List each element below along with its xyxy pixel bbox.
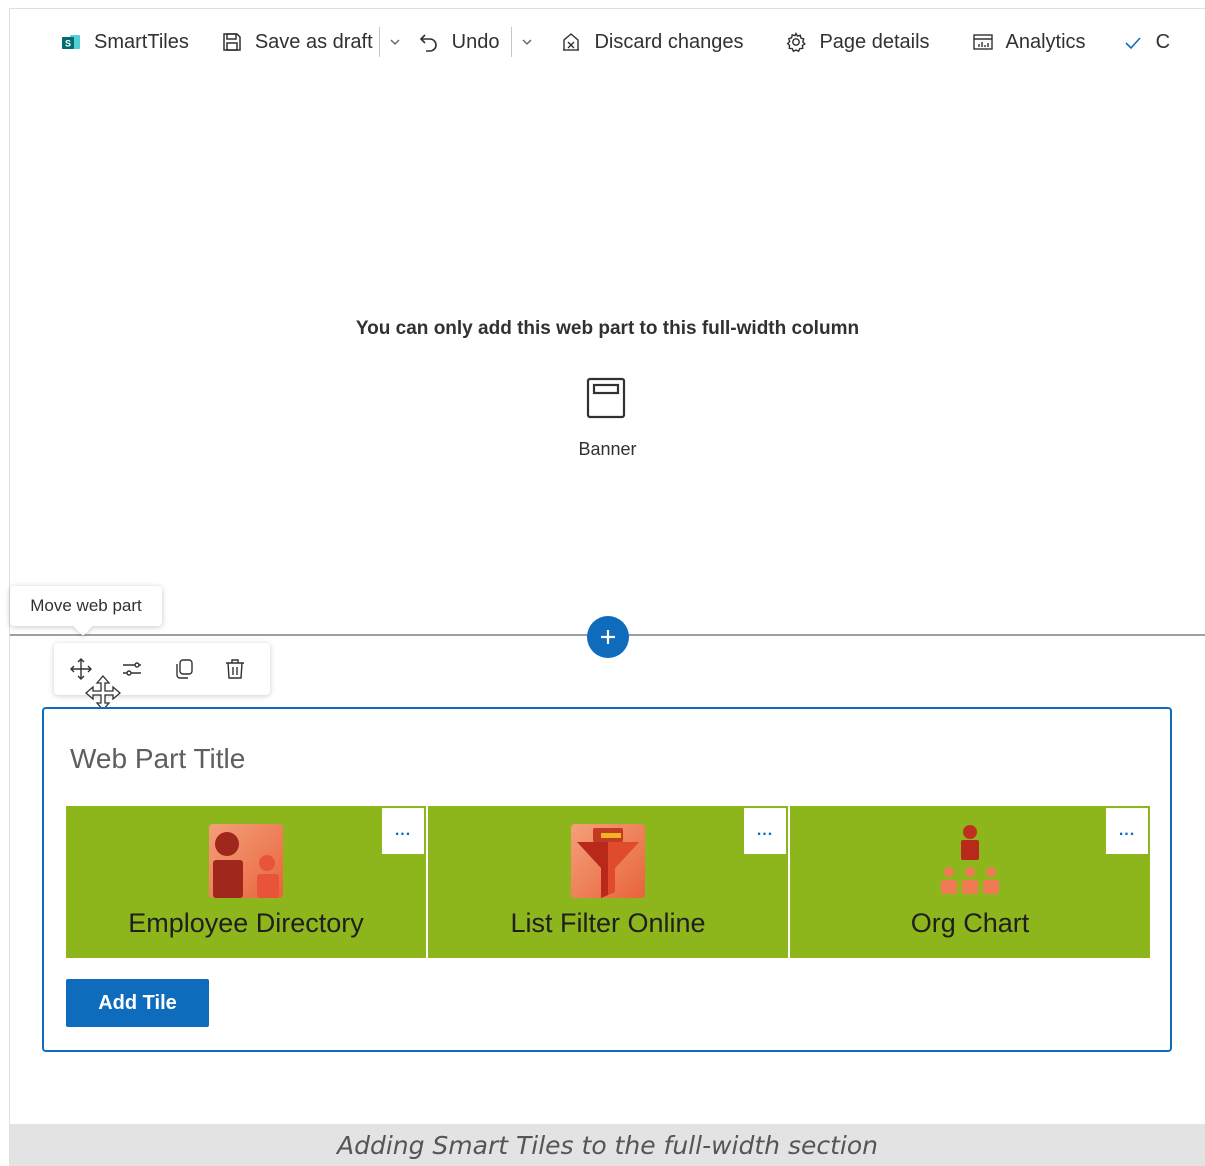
banner-icon[interactable] [586,377,626,419]
smarttiles-button[interactable]: S SmartTiles [58,22,189,62]
save-icon [219,29,245,55]
undo-icon [416,29,442,55]
settings-sliders-icon [123,662,142,676]
chevron-down-icon[interactable] [518,22,536,62]
add-section-button[interactable] [587,616,629,658]
divider [511,27,513,57]
save-as-draft-button[interactable]: Save as draft [219,22,373,62]
undo-button[interactable]: Undo [416,22,500,62]
gear-icon [783,29,809,55]
command-bar: S SmartTiles Save as draft Undo Discard … [10,9,1205,75]
org-chart-icon [933,824,1007,898]
tiles-row: Employee Directory ... List Filter Onlin… [66,806,1150,958]
discard-changes-label: Discard changes [594,30,744,53]
filter-funnel-icon [571,824,645,898]
move-web-part-tooltip: Move web part [10,586,162,626]
figure-caption: Adding Smart Tiles to the full-width sec… [10,1124,1205,1166]
sharepoint-app-icon: S [58,29,84,55]
publish-button[interactable]: C [1120,22,1170,62]
undo-label: Undo [451,30,500,53]
publish-label: C [1155,30,1171,53]
tile-employee-directory[interactable]: Employee Directory ... [66,806,426,958]
save-as-draft-label: Save as draft [254,30,373,53]
add-tile-button[interactable]: Add Tile [66,979,209,1027]
discard-icon [558,29,584,55]
tile-label: Org Chart [910,908,1030,938]
tile-list-filter-online[interactable]: List Filter Online ... [428,806,788,958]
checkmark-icon [1120,29,1146,55]
tile-more-button[interactable]: ... [1106,808,1148,854]
tile-label: Employee Directory [128,908,364,938]
plus-icon [601,630,615,644]
banner-label[interactable]: Banner [10,439,1205,460]
page-details-label: Page details [819,30,930,53]
analytics-label: Analytics [1005,30,1086,53]
discard-changes-button[interactable]: Discard changes [558,22,743,62]
smart-tiles-web-part[interactable]: Web Part Title Employee Directory ... Li… [42,707,1172,1052]
svg-text:S: S [65,39,71,49]
tile-org-chart[interactable]: Org Chart ... [790,806,1150,958]
zone-message: You can only add this web part to this f… [355,318,860,339]
tooltip-text: Move web part [30,596,142,615]
web-part-title[interactable]: Web Part Title [70,743,245,775]
analytics-button[interactable]: Analytics [970,22,1086,62]
smarttiles-label: SmartTiles [94,30,189,53]
tile-more-button[interactable]: ... [744,808,786,854]
employee-directory-icon [209,824,283,898]
delete-icon [226,659,245,679]
tile-label: List Filter Online [510,908,706,938]
duplicate-icon [176,659,193,679]
tile-more-button[interactable]: ... [382,808,424,854]
delete-button[interactable] [219,651,253,687]
page-details-button[interactable]: Page details [783,22,930,62]
duplicate-button[interactable] [167,651,201,687]
chevron-down-icon[interactable] [386,22,404,62]
analytics-icon [970,29,996,55]
divider [378,27,380,57]
